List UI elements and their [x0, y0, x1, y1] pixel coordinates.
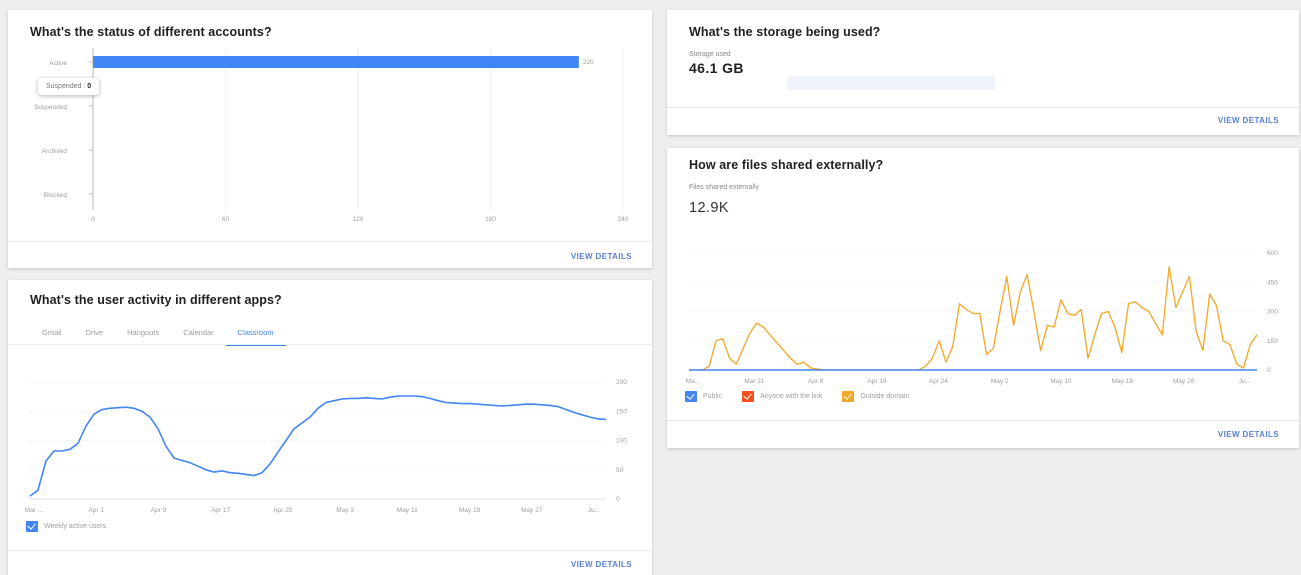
card-divider: [667, 420, 1299, 421]
legend-label-weekly-active-users: Weekly active users: [44, 523, 107, 530]
x-tick-label: Ma...: [686, 378, 701, 385]
files-shared-label: Files shared externally: [689, 184, 760, 191]
y-tick-label: 450: [1267, 279, 1278, 286]
sharing-view-details-link[interactable]: VIEW DETAILS: [1218, 430, 1279, 439]
card-divider: [8, 550, 652, 551]
storage-used-label: Storage used: [689, 51, 731, 58]
storage-view-details-link[interactable]: VIEW DETAILS: [1218, 116, 1279, 125]
x-tick-label: 120: [353, 216, 364, 223]
storage-card-title: What's the storage being used?: [689, 25, 881, 39]
x-tick-label: May 27: [521, 507, 543, 514]
legend-item-public[interactable]: Public: [685, 391, 722, 402]
x-tick-label: Apr 24: [929, 378, 949, 385]
chart-tooltip: Suspended : 0: [38, 78, 100, 95]
sharing-legend: Public Anyone with the link Outside doma…: [685, 391, 923, 402]
x-tick-label: May 10: [1050, 378, 1072, 385]
x-tick-label: Apr 9: [151, 507, 167, 514]
x-tick-label: Apr 17: [211, 507, 231, 514]
x-tick-label: 180: [485, 216, 496, 223]
x-tick-label: Mar 31: [744, 378, 765, 385]
y-tick-label: Archived: [42, 148, 68, 155]
sharing-card: How are files shared externally? Files s…: [667, 148, 1299, 448]
tooltip-label: Suspended :: [46, 83, 86, 90]
accounts-view-details-link[interactable]: VIEW DETAILS: [571, 252, 632, 261]
y-tick-label: 150: [616, 408, 627, 415]
y-tick-label: 600: [1267, 250, 1278, 257]
files-shared-value: 12.9K: [689, 200, 729, 216]
x-tick-label: May 3: [336, 507, 354, 514]
x-tick-label: Apr 8: [808, 378, 824, 385]
x-tick-label: May 2: [991, 378, 1009, 385]
x-tick-label: 60: [222, 216, 230, 223]
storage-bar: [787, 76, 995, 90]
checkbox-icon[interactable]: [842, 391, 855, 402]
activity-legend: Weekly active users: [26, 521, 106, 532]
x-tick-label: Apr 1: [88, 507, 104, 514]
x-tick-label: Ju...: [1239, 378, 1251, 385]
x-tick-label: 240: [618, 216, 629, 223]
legend-item-anyone-with-link[interactable]: Anyone with the link: [742, 391, 822, 402]
tooltip-value: 0: [87, 83, 92, 90]
legend-label-public: Public: [703, 393, 723, 400]
x-tick-label: 0: [91, 216, 95, 223]
y-tick-label: 100: [616, 438, 627, 445]
x-tick-label: Mar ...: [25, 507, 44, 514]
bar-data-label: 220: [583, 59, 594, 66]
x-tick-label: May 11: [397, 507, 418, 514]
accounts-card-title: What's the status of different accounts?: [30, 25, 272, 39]
sharing-card-title: How are files shared externally?: [689, 158, 884, 172]
accounts-bar-chart: 0 60 120 180 240 Active 220 Suspended Archived Bl…: [34, 48, 629, 223]
x-tick-label: May 26: [1173, 378, 1195, 385]
y-tick-label: Suspended: [34, 104, 67, 111]
y-tick-label: 150: [1267, 338, 1278, 345]
checkbox-icon[interactable]: [26, 521, 38, 532]
x-tick-label: May 18: [1112, 378, 1134, 385]
x-tick-label: Apr 16: [867, 378, 887, 385]
x-tick-label: May 19: [459, 507, 481, 514]
activity-view-details-link[interactable]: VIEW DETAILS: [571, 560, 632, 569]
y-tick-label: 200: [616, 379, 627, 386]
checkbox-icon[interactable]: [742, 391, 755, 402]
y-tick-label: Active: [49, 60, 67, 67]
storage-card: What's the storage being used? Storage u…: [667, 10, 1299, 135]
tabs-divider: [8, 344, 652, 345]
card-divider: [8, 241, 652, 242]
y-tick-label: 300: [1267, 309, 1278, 316]
x-tick-label: Apr 25: [273, 507, 293, 514]
activity-card-title: What's the user activity in different ap…: [30, 293, 282, 307]
x-tick-label: Ju...: [588, 507, 600, 514]
checkbox-icon[interactable]: [685, 391, 697, 402]
y-tick-label: 50: [616, 467, 624, 474]
bar-active: [93, 56, 579, 68]
y-tick-label: 0: [616, 496, 620, 503]
activity-card: What's the user activity in different ap…: [8, 280, 652, 575]
y-tick-label: Blocked: [44, 192, 68, 199]
sharing-line-chart: 0 150 300 450 600 Ma... Mar 31 Apr 8 Apr 16 Apr 2…: [686, 250, 1278, 385]
storage-used-value: 46.1 GB: [689, 60, 744, 76]
legend-label-outside-domain: Outside domain: [860, 393, 910, 400]
y-tick-label: 0: [1267, 367, 1271, 374]
legend-label-anyone-with-link: Anyone with the link: [760, 393, 823, 400]
accounts-card: What's the status of different accounts?…: [8, 10, 652, 268]
legend-item-outside-domain[interactable]: Outside domain: [842, 391, 909, 402]
card-divider: [667, 107, 1299, 108]
activity-line-chart: 0 50 100 150 200 Mar ... Apr 1 Apr 9 Apr 17 Apr 2…: [25, 379, 627, 514]
